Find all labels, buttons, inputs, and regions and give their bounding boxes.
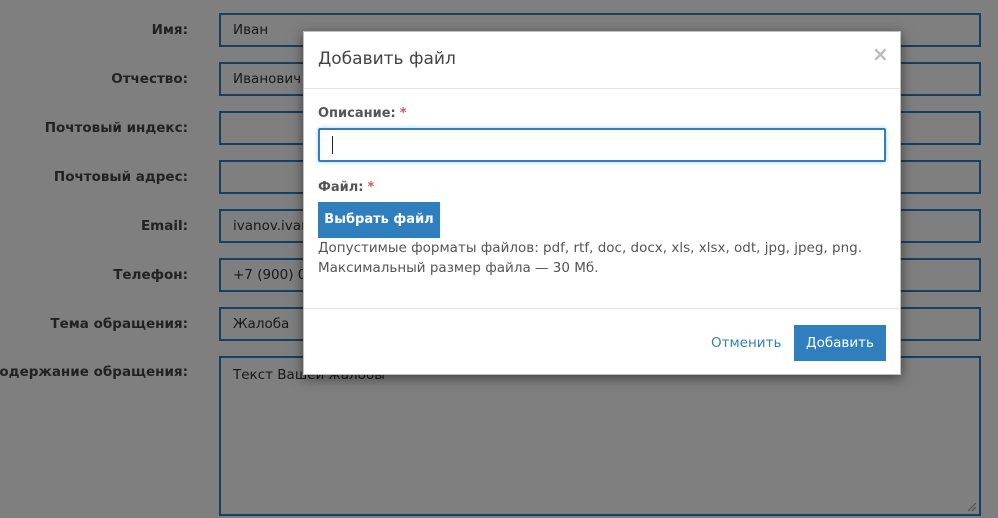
choose-file-button[interactable]: Выбрать файл <box>318 202 440 238</box>
required-marker: * <box>367 180 375 195</box>
add-file-dialog: Добавить файл × Описание: * Файл: * Выбрат… <box>303 31 901 375</box>
max-size-hint: Максимальный размер файла — 30 Мб. <box>318 260 599 276</box>
description-input[interactable] <box>318 128 886 162</box>
required-marker: * <box>399 106 407 121</box>
add-button[interactable]: Добавить <box>794 325 886 361</box>
text-caret <box>332 136 333 154</box>
close-icon[interactable]: × <box>872 44 889 64</box>
cancel-button[interactable]: Отменить <box>711 335 781 351</box>
dialog-footer: Отменить Добавить <box>304 308 900 375</box>
file-label: Файл: * <box>318 180 375 195</box>
dialog-header: Добавить файл × <box>304 32 900 89</box>
description-label: Описание: * <box>318 106 407 121</box>
allowed-formats-hint: Допустимые форматы файлов: pdf, rtf, doc… <box>318 240 862 256</box>
dialog-title: Добавить файл <box>318 49 456 69</box>
